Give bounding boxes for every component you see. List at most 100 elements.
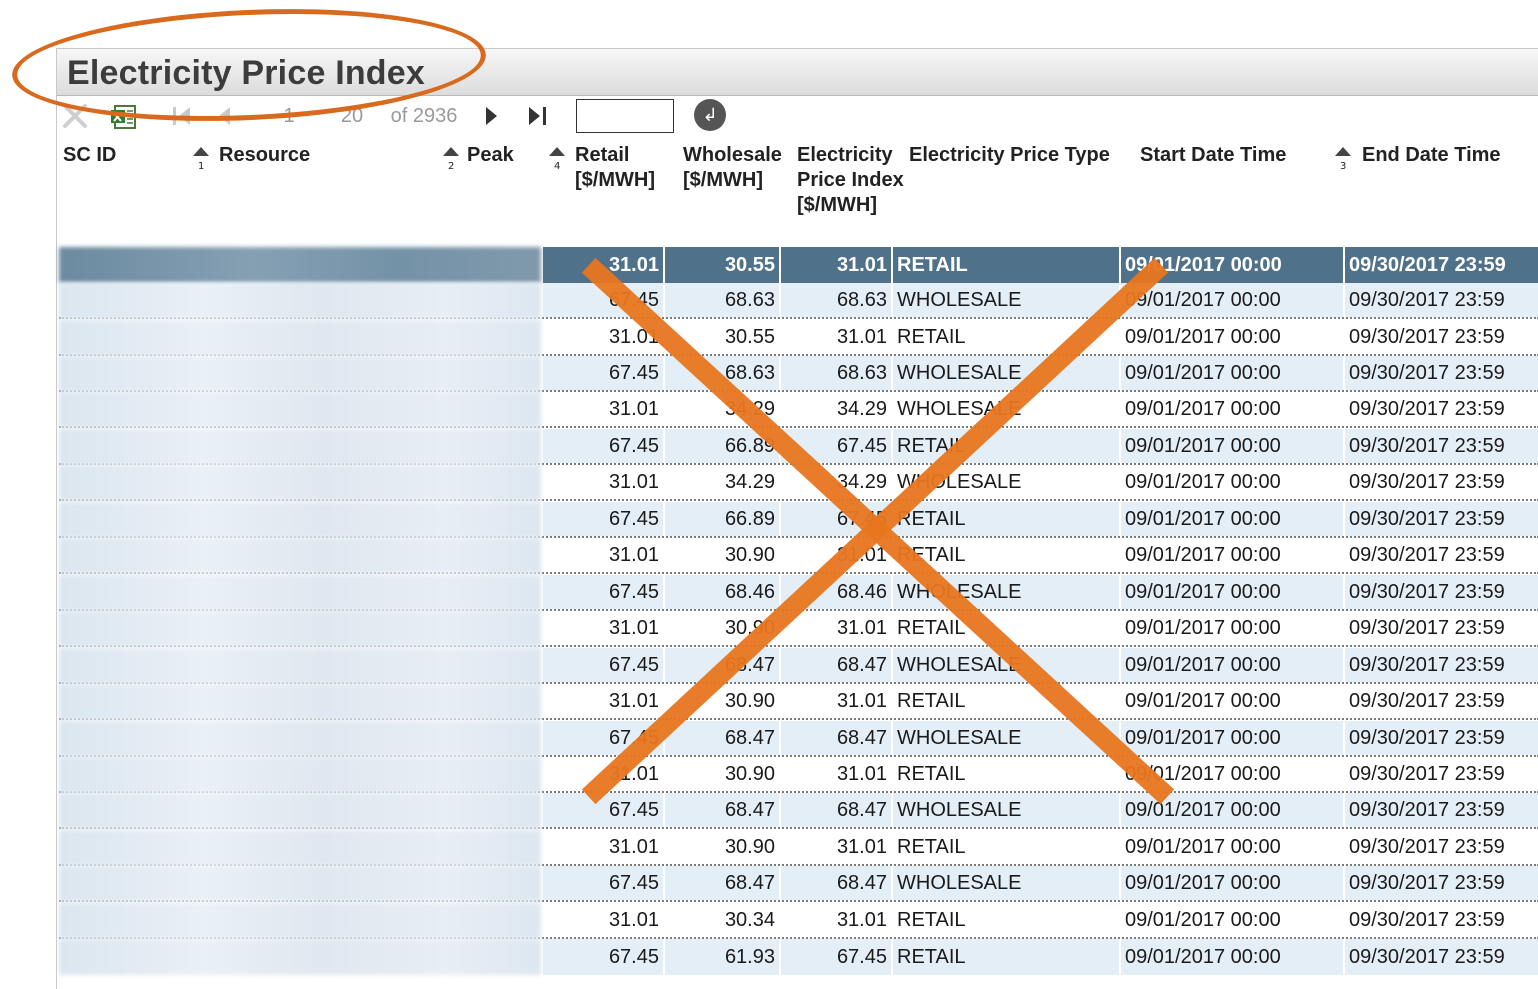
next-page-icon[interactable] — [479, 101, 505, 131]
cell-retail: 31.01 — [543, 320, 665, 354]
cell-start: 09/01/2017 00:00 — [1121, 247, 1345, 283]
cell-epi: 31.01 — [781, 611, 893, 645]
cell-retail: 67.45 — [543, 356, 665, 390]
cell-start: 09/01/2017 00:00 — [1121, 648, 1345, 682]
table-row[interactable]: 31.01 30.34 31.01 RETAIL 09/01/2017 00:00 09/… — [59, 903, 1538, 939]
cell-wholesale: 61.93 — [665, 939, 781, 975]
table-row[interactable]: 31.01 30.90 31.01 RETAIL 09/01/2017 00:00 09/… — [59, 611, 1538, 647]
col-header-resource[interactable]: Resource — [219, 143, 310, 168]
first-page-icon[interactable] — [167, 101, 197, 131]
prev-page-icon[interactable] — [209, 101, 239, 131]
cell-wholesale: 30.90 — [665, 757, 781, 791]
cell-epi: 67.45 — [781, 939, 893, 975]
cell-retail: 67.45 — [543, 502, 665, 536]
cell-end: 09/30/2017 23:59 — [1349, 835, 1505, 858]
cell-end: 09/30/2017 23:59 — [1349, 726, 1505, 749]
page-title: Electricity Price Index — [67, 54, 425, 92]
cell-retail: 31.01 — [543, 684, 665, 718]
go-icon[interactable]: ↲ — [694, 99, 726, 131]
cell-epi: 67.45 — [781, 429, 893, 463]
table-row[interactable]: 31.01 30.90 31.01 RETAIL 09/01/2017 00:00 09/… — [59, 830, 1538, 866]
sort-rank: 4 — [554, 161, 560, 171]
cell-end: 09/30/2017 23:59 — [1349, 507, 1505, 530]
cell-end: 09/30/2017 23:59 — [1349, 653, 1505, 676]
cell-wholesale: 68.63 — [665, 356, 781, 390]
cell-epi: 67.45 — [781, 502, 893, 536]
cell-type: RETAIL — [893, 320, 1121, 354]
cell-wholesale: 68.63 — [665, 283, 781, 317]
col-header-price-index[interactable]: Electricity Price Index [$/MWH] — [797, 143, 907, 218]
col-header-peak[interactable]: Peak — [467, 143, 514, 168]
table-row[interactable]: 67.45 66.89 67.45 RETAIL 09/01/2017 00:00 09/… — [59, 502, 1538, 538]
col-header-sc-id[interactable]: SC ID — [63, 143, 116, 168]
redacted-cells — [59, 757, 541, 793]
table-row[interactable]: 31.01 30.90 31.01 RETAIL 09/01/2017 00:00 09/… — [59, 757, 1538, 793]
cell-type: RETAIL — [893, 757, 1121, 791]
cell-epi: 31.01 — [781, 320, 893, 354]
row-cells: 67.45 68.47 68.47 WHOLESALE 09/01/2017 00:00… — [543, 866, 1538, 900]
page-number-input[interactable] — [576, 99, 674, 133]
table-row[interactable]: 67.45 68.47 68.47 WHOLESALE 09/01/2017 00:00… — [59, 648, 1538, 684]
cell-wholesale: 34.29 — [665, 392, 781, 426]
cell-wholesale: 30.90 — [665, 611, 781, 645]
cell-end: 09/30/2017 23:59 — [1349, 798, 1505, 821]
table-row[interactable]: 31.01 30.90 31.01 RETAIL 09/01/2017 00:00 09/… — [59, 684, 1538, 720]
cell-wholesale: 30.90 — [665, 538, 781, 572]
cell-end: 09/30/2017 23:59 — [1349, 397, 1505, 420]
table-row[interactable]: 31.01 30.90 31.01 RETAIL 09/01/2017 00:00 09/… — [59, 538, 1538, 574]
table-row[interactable]: 31.01 30.55 31.01 RETAIL 09/01/2017 00:00 09/… — [59, 320, 1538, 356]
table-row[interactable]: 31.01 34.29 34.29 WHOLESALE 09/01/2017 00:00… — [59, 465, 1538, 501]
table-row[interactable]: 31.01 34.29 34.29 WHOLESALE 09/01/2017 00:00… — [59, 392, 1538, 428]
table-row[interactable]: 67.45 68.47 68.47 WHOLESALE 09/01/2017 00:00… — [59, 721, 1538, 757]
cell-end: 09/30/2017 23:59 — [1349, 689, 1505, 712]
cell-start: 09/01/2017 00:00 — [1121, 757, 1345, 791]
table-row[interactable]: 67.45 68.63 68.63 WHOLESALE 09/01/2017 00:00… — [59, 356, 1538, 392]
sort-arrow-icon[interactable]: 4 — [547, 145, 567, 171]
cell-end: 09/30/2017 23:59 — [1349, 543, 1505, 566]
table-row[interactable]: 67.45 66.89 67.45 RETAIL 09/01/2017 00:00 09/… — [59, 429, 1538, 465]
table-row[interactable]: 67.45 68.47 68.47 WHOLESALE 09/01/2017 00:00… — [59, 866, 1538, 902]
cell-start: 09/01/2017 00:00 — [1121, 903, 1345, 937]
cell-retail: 31.01 — [543, 611, 665, 645]
table-row[interactable]: 31.01 30.55 31.01 RETAIL 09/01/2017 00:00 09/… — [59, 247, 1538, 283]
cell-retail: 31.01 — [543, 903, 665, 937]
table-row[interactable]: 67.45 61.93 67.45 RETAIL 09/01/2017 00:00 09/… — [59, 939, 1538, 975]
col-header-price-type[interactable]: Electricity Price Type — [909, 143, 1141, 168]
redacted-cells — [59, 429, 541, 465]
cell-type: RETAIL — [893, 830, 1121, 864]
cell-wholesale: 30.90 — [665, 830, 781, 864]
cell-start: 09/01/2017 00:00 — [1121, 939, 1345, 975]
sort-rank: 1 — [198, 161, 204, 171]
cell-type: RETAIL — [893, 903, 1121, 937]
col-header-retail[interactable]: Retail [$/MWH] — [575, 143, 671, 193]
redacted-cells — [59, 939, 541, 975]
cell-wholesale: 68.46 — [665, 575, 781, 609]
clear-filter-icon[interactable] — [59, 101, 91, 131]
cell-start: 09/01/2017 00:00 — [1121, 320, 1345, 354]
grid-panel: Electricity Price Index 1 20 of 2936 ↲ S… — [56, 48, 1538, 989]
table-row[interactable]: 67.45 68.63 68.63 WHOLESALE 09/01/2017 00:00… — [59, 283, 1538, 319]
cell-epi: 68.47 — [781, 793, 893, 827]
cell-type: WHOLESALE — [893, 721, 1121, 755]
last-page-icon[interactable] — [521, 101, 555, 131]
table-row[interactable]: 67.45 68.46 68.46 WHOLESALE 09/01/2017 00:00… — [59, 575, 1538, 611]
row-cells: 67.45 66.89 67.45 RETAIL 09/01/2017 00:00 09/… — [543, 502, 1538, 536]
col-header-start-date[interactable]: Start Date Time — [1140, 143, 1320, 168]
cell-type: RETAIL — [893, 502, 1121, 536]
sort-arrow-icon[interactable]: 3 — [1333, 145, 1353, 171]
redacted-cells — [59, 283, 541, 319]
cell-retail: 67.45 — [543, 429, 665, 463]
cell-epi: 68.46 — [781, 575, 893, 609]
redacted-cells — [59, 392, 541, 428]
cell-epi: 34.29 — [781, 392, 893, 426]
table-row[interactable]: 67.45 68.47 68.47 WHOLESALE 09/01/2017 00:00… — [59, 793, 1538, 829]
row-cells: 31.01 30.90 31.01 RETAIL 09/01/2017 00:00 09/… — [543, 538, 1538, 572]
cell-retail: 67.45 — [543, 648, 665, 682]
sort-arrow-icon[interactable]: 1 — [191, 145, 211, 171]
export-excel-icon[interactable] — [107, 101, 141, 131]
col-header-end-date[interactable]: End Date Time — [1362, 143, 1538, 168]
cell-wholesale: 68.47 — [665, 793, 781, 827]
sort-arrow-icon[interactable]: 2 — [441, 145, 461, 171]
cell-start: 09/01/2017 00:00 — [1121, 830, 1345, 864]
col-header-wholesale[interactable]: Wholesale [$/MWH] — [683, 143, 795, 193]
